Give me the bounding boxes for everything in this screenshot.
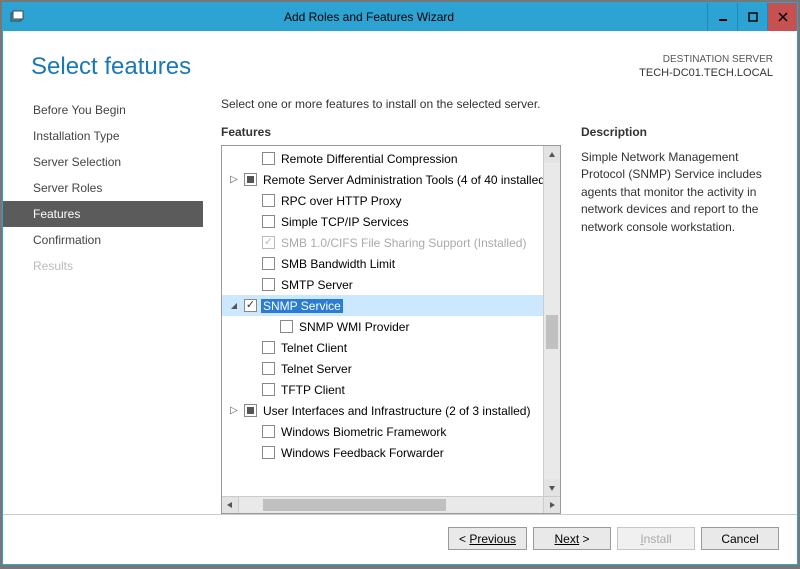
step-before-you-begin[interactable]: Before You Begin: [3, 97, 203, 123]
feature-checkbox[interactable]: [262, 341, 275, 354]
feature-label: Windows Biometric Framework: [279, 425, 446, 439]
features-listbox: Remote Differential Compression Remote Se…: [221, 145, 561, 514]
feature-row[interactable]: Telnet Server: [222, 358, 560, 379]
scroll-right-icon[interactable]: [543, 497, 560, 513]
vertical-scrollbar[interactable]: [543, 146, 560, 496]
previous-button[interactable]: < Previous: [448, 527, 527, 550]
feature-label: SMTP Server: [279, 278, 353, 292]
step-installation-type[interactable]: Installation Type: [3, 123, 203, 149]
destination-server: DESTINATION SERVER TECH-DC01.TECH.LOCAL: [639, 53, 773, 81]
page-title: Select features: [31, 53, 191, 81]
feature-checkbox[interactable]: [262, 362, 275, 375]
close-button[interactable]: [767, 3, 797, 31]
window-title: Add Roles and Features Wizard: [31, 10, 707, 24]
feature-label: User Interfaces and Infrastructure (2 of…: [261, 404, 530, 418]
expand-icon[interactable]: [228, 405, 240, 416]
description-heading: Description: [581, 125, 773, 145]
features-heading: Features: [221, 125, 561, 145]
scroll-up-icon[interactable]: [544, 146, 560, 163]
step-server-selection[interactable]: Server Selection: [3, 149, 203, 175]
feature-row[interactable]: Telnet Client: [222, 337, 560, 358]
feature-checkbox[interactable]: [262, 278, 275, 291]
description-text: Simple Network Management Protocol (SNMP…: [581, 145, 773, 236]
feature-checkbox[interactable]: [244, 404, 257, 417]
step-confirmation[interactable]: Confirmation: [3, 227, 203, 253]
scroll-left-icon[interactable]: [222, 497, 239, 513]
collapse-icon[interactable]: [228, 301, 240, 310]
feature-row[interactable]: SNMP WMI Provider: [222, 316, 560, 337]
step-results: Results: [3, 253, 203, 279]
feature-row[interactable]: SMB Bandwidth Limit: [222, 253, 560, 274]
scroll-track[interactable]: [544, 163, 560, 479]
columns: Features Remote Differential Compression…: [221, 125, 795, 514]
feature-row[interactable]: SNMP Service: [222, 295, 560, 316]
wizard-body: Select features DESTINATION SERVER TECH-…: [3, 31, 797, 564]
feature-checkbox[interactable]: [244, 173, 257, 186]
feature-label: Telnet Server: [279, 362, 352, 376]
feature-label: Telnet Client: [279, 341, 347, 355]
feature-row[interactable]: SMB 1.0/CIFS File Sharing Support (Insta…: [222, 232, 560, 253]
feature-checkbox[interactable]: [244, 299, 257, 312]
cancel-button[interactable]: Cancel: [701, 527, 779, 550]
feature-checkbox[interactable]: [262, 425, 275, 438]
scroll-down-icon[interactable]: [544, 479, 560, 496]
feature-label: Windows Feedback Forwarder: [279, 446, 444, 460]
feature-checkbox[interactable]: [280, 320, 293, 333]
features-list[interactable]: Remote Differential Compression Remote Se…: [222, 146, 560, 496]
main-panel: Select one or more features to install o…: [203, 93, 797, 514]
feature-row[interactable]: Simple TCP/IP Services: [222, 211, 560, 232]
feature-row[interactable]: Windows Feedback Forwarder: [222, 442, 560, 463]
feature-checkbox[interactable]: [262, 194, 275, 207]
instruction-text: Select one or more features to install o…: [221, 97, 795, 125]
title-bar[interactable]: Add Roles and Features Wizard: [3, 3, 797, 31]
step-features[interactable]: Features: [3, 201, 203, 227]
feature-row[interactable]: Remote Server Administration Tools (4 of…: [222, 169, 560, 190]
scroll-thumb[interactable]: [546, 315, 558, 349]
feature-checkbox[interactable]: [262, 215, 275, 228]
feature-checkbox[interactable]: [262, 446, 275, 459]
feature-label: Remote Server Administration Tools (4 of…: [261, 173, 549, 187]
feature-row[interactable]: Windows Biometric Framework: [222, 421, 560, 442]
feature-label: Simple TCP/IP Services: [279, 215, 409, 229]
feature-label: RPC over HTTP Proxy: [279, 194, 401, 208]
destination-label: DESTINATION SERVER: [639, 53, 773, 66]
feature-row[interactable]: User Interfaces and Infrastructure (2 of…: [222, 400, 560, 421]
horizontal-scrollbar[interactable]: [222, 496, 560, 513]
step-server-roles[interactable]: Server Roles: [3, 175, 203, 201]
feature-label: SNMP WMI Provider: [297, 320, 409, 334]
wizard-window: Add Roles and Features Wizard Select fea…: [2, 2, 798, 565]
minimize-button[interactable]: [707, 3, 737, 31]
h-scroll-thumb[interactable]: [263, 499, 445, 511]
wizard-header: Select features DESTINATION SERVER TECH-…: [3, 31, 797, 93]
feature-label: Remote Differential Compression: [279, 152, 458, 166]
wizard-content: Before You BeginInstallation TypeServer …: [3, 93, 797, 514]
feature-checkbox: [262, 236, 275, 249]
feature-checkbox[interactable]: [262, 383, 275, 396]
feature-row[interactable]: Remote Differential Compression: [222, 148, 560, 169]
feature-label: TFTP Client: [279, 383, 345, 397]
description-column: Description Simple Network Management Pr…: [581, 125, 795, 514]
feature-checkbox[interactable]: [262, 152, 275, 165]
h-scroll-track[interactable]: [239, 497, 543, 513]
install-button[interactable]: Install: [617, 527, 695, 550]
expand-icon[interactable]: [228, 174, 240, 185]
feature-row[interactable]: RPC over HTTP Proxy: [222, 190, 560, 211]
feature-row[interactable]: SMTP Server: [222, 274, 560, 295]
feature-row[interactable]: TFTP Client: [222, 379, 560, 400]
app-icon: [3, 10, 31, 24]
destination-server-name: TECH-DC01.TECH.LOCAL: [639, 66, 773, 80]
feature-label: SNMP Service: [261, 299, 343, 313]
steps-sidebar: Before You BeginInstallation TypeServer …: [3, 93, 203, 514]
window-buttons: [707, 3, 797, 31]
feature-label: SMB 1.0/CIFS File Sharing Support (Insta…: [279, 236, 526, 250]
feature-checkbox[interactable]: [262, 257, 275, 270]
wizard-footer: < Previous Next > Install Cancel: [3, 514, 797, 564]
features-column: Features Remote Differential Compression…: [221, 125, 561, 514]
maximize-button[interactable]: [737, 3, 767, 31]
next-button[interactable]: Next >: [533, 527, 611, 550]
feature-label: SMB Bandwidth Limit: [279, 257, 395, 271]
